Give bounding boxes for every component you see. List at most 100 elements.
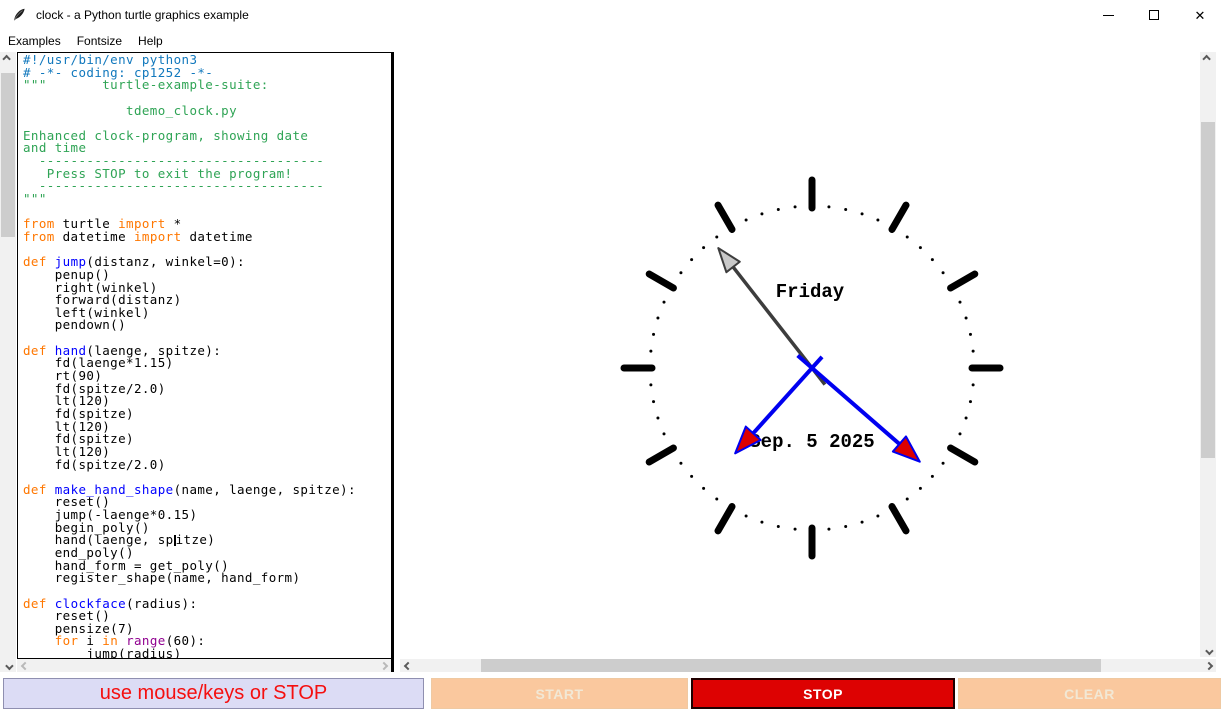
clock-minute-dot (941, 271, 945, 275)
clock-minute-dot (652, 332, 656, 336)
clock-hour-tick (645, 270, 677, 292)
code-line: pendown() (23, 319, 391, 332)
code-line: """ (23, 191, 391, 207)
clock-minute-dot (958, 300, 962, 304)
clock-minute-dot (827, 527, 831, 531)
clock-minute-dot (652, 400, 656, 404)
close-icon: ✕ (1194, 7, 1206, 23)
app-window: clock - a Python turtle graphics example… (0, 0, 1223, 711)
scrollbar-thumb[interactable] (481, 659, 1101, 672)
clock-minute-dot (662, 300, 666, 304)
clock-minute-dot (679, 271, 683, 275)
scroll-down-icon[interactable] (0, 659, 15, 672)
menu-help[interactable]: Help (131, 32, 170, 50)
clock-minute-dot (968, 400, 972, 404)
start-button[interactable]: START (431, 678, 688, 709)
code-line: fd(spitze/2.0) (23, 458, 391, 472)
clock-minute-dot (876, 218, 880, 222)
maximize-icon (1149, 10, 1159, 20)
clock-minute-dot (844, 208, 848, 212)
clock-minute-dot (690, 258, 694, 262)
code-token: (name, laenge, spitze): (173, 481, 356, 497)
clock-hour-tick (645, 444, 677, 466)
maximize-button[interactable] (1131, 0, 1177, 30)
editor-vertical-scrollbar[interactable] (0, 52, 16, 672)
menu-fontsize[interactable]: Fontsize (70, 32, 129, 50)
clock-minute-dot (958, 432, 962, 436)
clock-minute-dot (918, 246, 922, 250)
scroll-right-icon[interactable] (376, 659, 391, 672)
clock-minute-dot (744, 514, 748, 518)
clock-hour-tick (947, 270, 979, 292)
code-token: itze) (175, 532, 216, 548)
clock-minute-dot (702, 486, 706, 490)
minimize-button[interactable] (1085, 0, 1131, 30)
canvas-vertical-scrollbar[interactable] (1200, 52, 1216, 657)
clock-minute-dot (876, 514, 880, 518)
scroll-up-icon[interactable] (1200, 52, 1215, 65)
scrollbar-thumb[interactable] (1, 73, 15, 237)
menu-examples[interactable]: Examples (1, 32, 68, 50)
code-token: ------------------------------------ (23, 178, 325, 194)
clock-hour-tick (888, 201, 910, 233)
code-token: register_shape(name, hand_form) (23, 570, 301, 586)
clock-minute-dot (649, 349, 653, 353)
code-token: """ (23, 191, 47, 207)
code-line: tdemo_clock.py (23, 104, 391, 118)
clock-minute-dot (793, 205, 797, 209)
code-token: jump(radius) (23, 646, 182, 659)
scroll-right-icon[interactable] (1201, 659, 1216, 672)
clock-minute-dot (690, 474, 694, 478)
clock-minute-dot (827, 205, 831, 209)
scroll-up-icon[interactable] (0, 52, 15, 65)
minimize-icon (1102, 14, 1114, 16)
clear-button[interactable]: CLEAR (958, 678, 1221, 709)
clock-minute-dot (656, 416, 660, 420)
scroll-down-icon[interactable] (1200, 644, 1215, 657)
code-line: ------------------------------------ (23, 180, 391, 193)
code-token: datetime (181, 228, 253, 244)
clock-minute-dot (702, 246, 706, 250)
editor-horizontal-scrollbar[interactable] (17, 659, 391, 672)
clock-minute-dot (760, 212, 764, 216)
clock-minute-dot (715, 497, 719, 501)
close-button[interactable]: ✕ (1177, 0, 1223, 30)
clock-minute-dot (971, 383, 975, 387)
clock-minute-dot (760, 520, 764, 524)
turtle-canvas[interactable]: Friday Sep. 5 2025 (400, 52, 1199, 657)
code-token: from (23, 228, 55, 244)
scroll-left-icon[interactable] (400, 659, 415, 672)
clock-hour-tick (888, 503, 910, 535)
code-area[interactable]: #!/usr/bin/env python3 # -*- coding: cp12… (17, 52, 392, 659)
clock-minute-dot (918, 486, 922, 490)
status-label: use mouse/keys or STOP (3, 678, 424, 709)
clock-date-text: Sep. 5 2025 (749, 431, 874, 453)
code-token: """ turtle-example-suite: (23, 77, 269, 93)
scrollbar-thumb[interactable] (1201, 122, 1215, 458)
hour-hand (751, 355, 824, 435)
title-bar: clock - a Python turtle graphics example… (0, 0, 1223, 30)
clock-minute-dot (964, 316, 968, 320)
window-title: clock - a Python turtle graphics example (36, 8, 249, 22)
app-icon-feather (11, 7, 27, 23)
clock-minute-dot (776, 524, 780, 528)
code-line: jump(radius) (23, 646, 391, 659)
canvas-horizontal-scrollbar[interactable] (400, 659, 1216, 672)
clock-drawing: Friday Sep. 5 2025 (620, 176, 1004, 560)
clock-minute-dot (679, 461, 683, 465)
clock-minute-dot (905, 497, 909, 501)
scroll-left-icon[interactable] (17, 659, 32, 672)
clock-day-text: Friday (776, 281, 845, 303)
clock-minute-dot (860, 520, 864, 524)
code-token: pendown() (23, 317, 127, 333)
code-token: (distanz, winkel=0): (86, 254, 245, 270)
control-bar: use mouse/keys or STOP START STOP CLEAR (0, 672, 1223, 711)
clock-minute-dot (941, 461, 945, 465)
stop-button[interactable]: STOP (691, 678, 955, 709)
clock-minute-dot (930, 258, 934, 262)
clock-minute-dot (662, 432, 666, 436)
code-token: (radius): (126, 595, 198, 611)
clock-hour-tick (714, 503, 736, 535)
clock-minute-dot (793, 527, 797, 531)
clock-minute-dot (930, 474, 934, 478)
